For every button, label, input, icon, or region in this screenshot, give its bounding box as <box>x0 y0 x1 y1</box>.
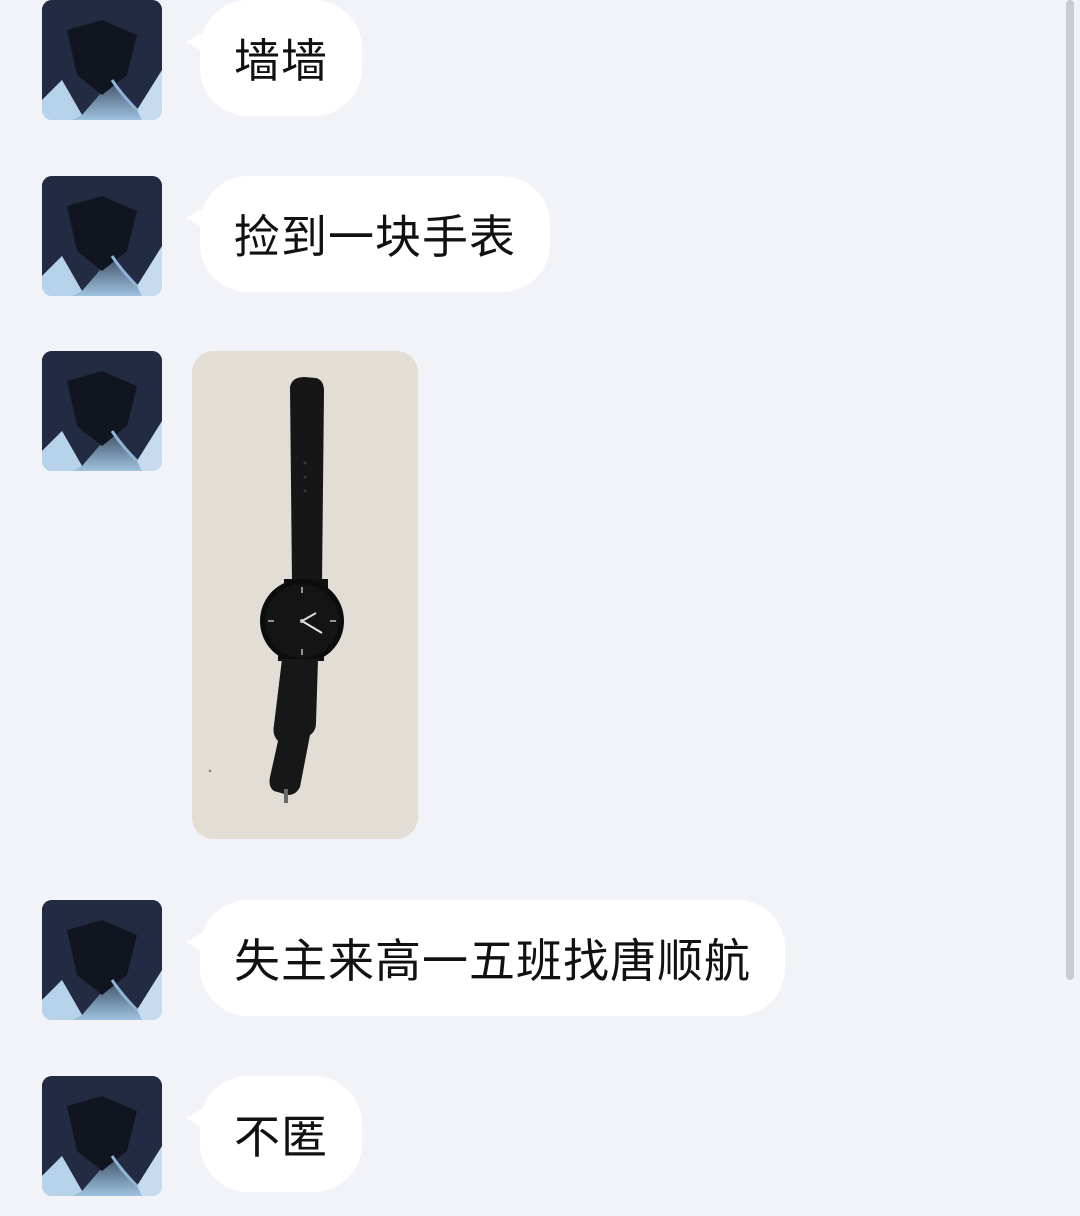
avatar-image <box>42 351 162 471</box>
message-bubble[interactable]: 捡到一块手表 <box>186 176 550 292</box>
avatar-image <box>42 0 162 120</box>
scrollbar[interactable] <box>1066 0 1074 980</box>
message-text: 失主来高一五班找唐顺航 <box>234 934 751 988</box>
sender-avatar[interactable] <box>42 176 162 296</box>
avatar-image <box>42 1076 162 1196</box>
message-bubble[interactable]: 失主来高一五班找唐顺航 <box>186 900 785 1016</box>
message-text: 捡到一块手表 <box>234 210 516 264</box>
sender-avatar[interactable] <box>42 351 162 471</box>
chat-history: 墙墙 捡到一块手表 失主来高一五班找唐顺航 不匿 <box>0 0 1080 1216</box>
message-text: 墙墙 <box>234 34 328 88</box>
message-bubble[interactable]: 不匿 <box>186 1076 362 1192</box>
sender-avatar[interactable] <box>42 1076 162 1196</box>
watch-photo[interactable] <box>192 351 418 839</box>
avatar-image <box>42 900 162 1020</box>
avatar-image <box>42 176 162 296</box>
sender-avatar[interactable] <box>42 900 162 1020</box>
sender-avatar[interactable] <box>42 0 162 120</box>
message-text: 不匿 <box>234 1110 328 1164</box>
message-bubble[interactable]: 墙墙 <box>186 0 362 116</box>
watch-image <box>192 351 418 839</box>
